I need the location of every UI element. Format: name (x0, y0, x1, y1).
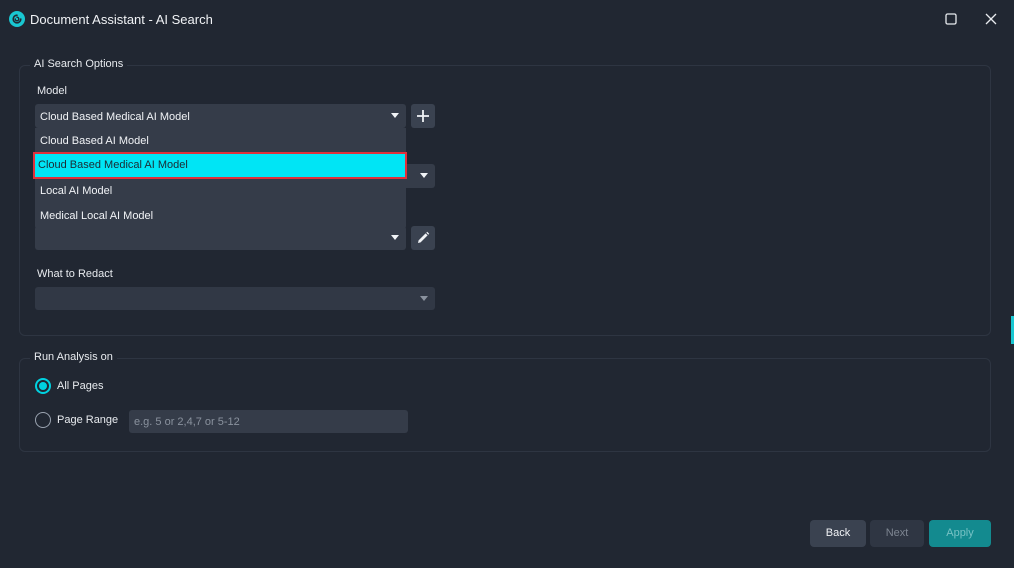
model-label: Model (37, 85, 67, 97)
page-range-radio[interactable] (35, 412, 51, 428)
page-range-input[interactable] (129, 410, 408, 433)
apply-button[interactable]: Apply (929, 520, 991, 547)
run-analysis-group: Run Analysis on (19, 351, 991, 452)
what-to-redact-label: What to Redact (37, 268, 113, 280)
what-to-redact-select[interactable] (35, 287, 435, 310)
edit-button[interactable] (411, 226, 435, 250)
close-icon[interactable] (981, 9, 1001, 29)
model-dropdown-list: Cloud Based AI Model Cloud Based Medical… (33, 128, 407, 229)
window-title: Document Assistant - AI Search (30, 12, 213, 27)
model-option-local-ai[interactable]: Local AI Model (35, 178, 406, 203)
plus-icon (417, 110, 429, 122)
caret-down-icon (391, 235, 399, 240)
page-range-label: Page Range (57, 414, 119, 426)
document-assistant-window: Document Assistant - AI Search AI Search… (0, 0, 1014, 568)
model-option-cloud-medical-ai[interactable]: Cloud Based Medical AI Model (33, 152, 407, 179)
caret-down-icon (420, 296, 428, 301)
ai-search-options-legend: AI Search Options (30, 58, 128, 70)
title-bar: Document Assistant - AI Search (0, 0, 1014, 38)
caret-down-icon (391, 113, 399, 118)
swirl-logo-icon (9, 11, 25, 27)
all-pages-radio[interactable] (35, 378, 51, 394)
run-analysis-legend: Run Analysis on (30, 351, 117, 363)
pencil-icon (418, 231, 430, 243)
model-option-medical-local-ai[interactable]: Medical Local AI Model (35, 203, 406, 228)
caret-down-icon (420, 173, 428, 178)
maximize-icon[interactable] (941, 9, 961, 29)
all-pages-label: All Pages (57, 380, 104, 392)
instructions-select[interactable] (35, 226, 406, 250)
back-button[interactable]: Back (810, 520, 866, 547)
add-model-button[interactable] (411, 104, 435, 128)
model-selected-value: Cloud Based Medical AI Model (40, 111, 190, 123)
next-button[interactable]: Next (870, 520, 924, 547)
model-select[interactable]: Cloud Based Medical AI Model (35, 104, 406, 128)
model-option-cloud-ai[interactable]: Cloud Based AI Model (35, 128, 406, 153)
